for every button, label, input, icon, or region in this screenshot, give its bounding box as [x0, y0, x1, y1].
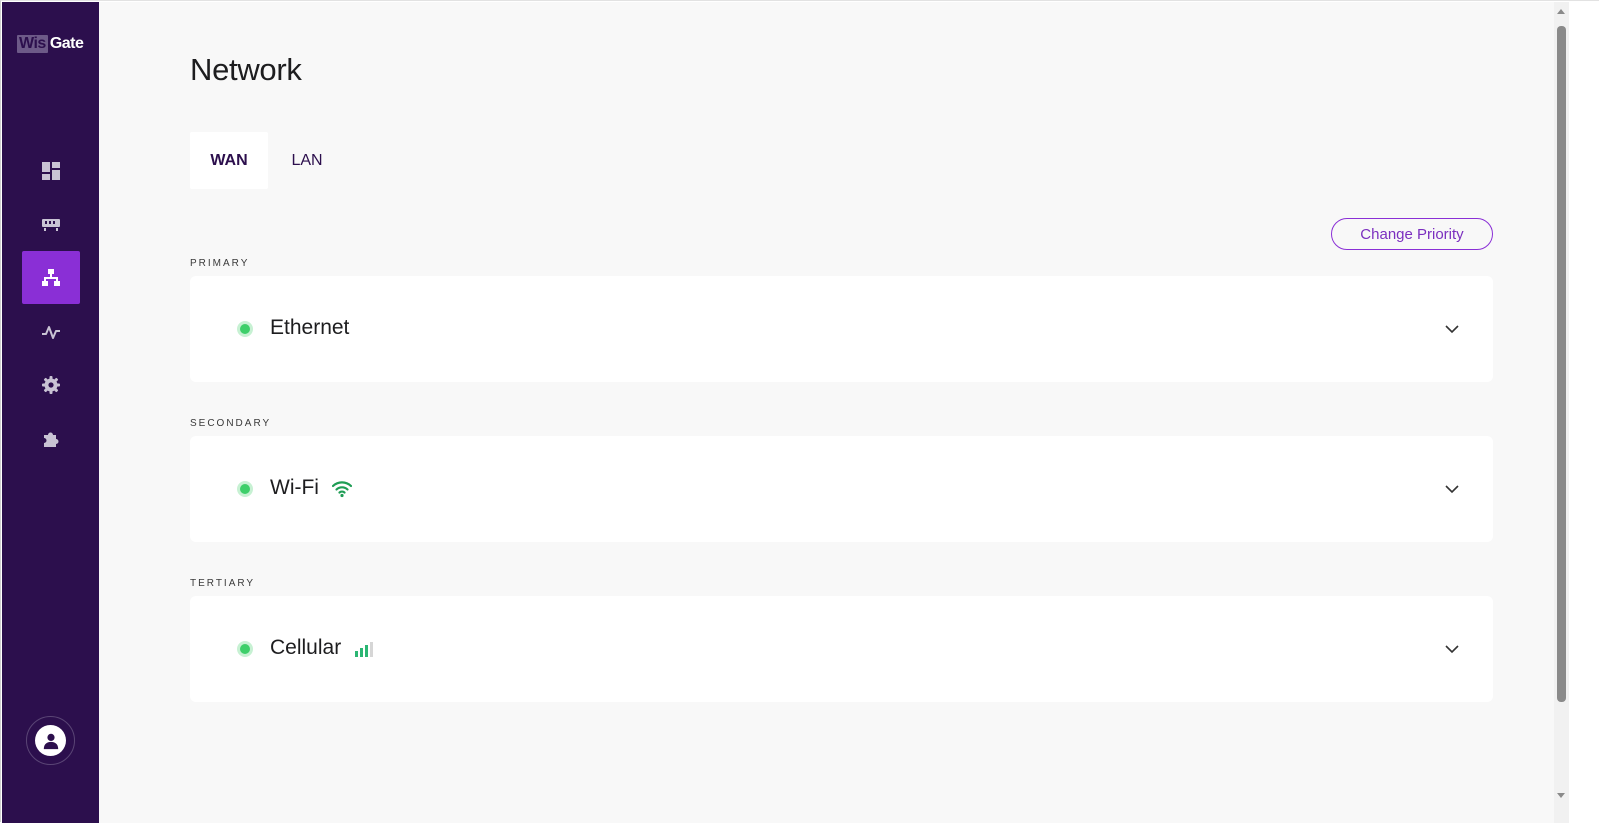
puzzle-icon [44, 432, 59, 447]
logo-wis: Wis [17, 35, 48, 53]
wan-card-ethernet[interactable]: Ethernet [190, 276, 1493, 382]
chevron-down-icon[interactable] [1444, 481, 1460, 497]
main-content: Network WAN LAN Change Priority PRIMARY … [99, 2, 1554, 823]
sidebar-item-settings[interactable] [22, 358, 80, 411]
network-icon [42, 268, 60, 286]
tab-wan[interactable]: WAN [190, 132, 268, 189]
sidebar: Wis Gate [2, 2, 99, 823]
status-indicator [237, 641, 253, 657]
section-label-secondary: SECONDARY [190, 418, 272, 429]
change-priority-button[interactable]: Change Priority [1331, 218, 1493, 250]
gateway-icon [42, 218, 60, 231]
dashboard-icon [42, 161, 60, 180]
user-avatar-button[interactable] [26, 716, 75, 765]
scrollbar-thumb[interactable] [1557, 26, 1566, 702]
interface-name: Ethernet [270, 316, 350, 339]
page-title: Network [190, 52, 302, 87]
section-label-tertiary: TERTIARY [190, 578, 256, 589]
wisgate-logo[interactable]: Wis Gate [17, 32, 84, 56]
tab-lan[interactable]: LAN [272, 132, 342, 189]
gear-icon [42, 375, 60, 394]
sidebar-item-extensions[interactable] [22, 412, 80, 465]
status-indicator [237, 481, 253, 497]
section-label-primary: PRIMARY [190, 258, 250, 269]
user-icon [43, 733, 58, 749]
sidebar-item-monitoring[interactable] [22, 305, 80, 358]
activity-icon [42, 325, 60, 339]
sidebar-item-network[interactable] [22, 251, 80, 304]
vertical-scrollbar[interactable] [1554, 2, 1569, 823]
interface-name: Wi-Fi [270, 476, 319, 499]
wan-card-wifi[interactable]: Wi-Fi [190, 436, 1493, 542]
app-window: Wis Gate Network WAN LAN Change Priority… [0, 0, 1599, 823]
scroll-up-arrow-icon[interactable] [1557, 9, 1565, 14]
wan-card-cellular[interactable]: Cellular [190, 596, 1493, 702]
avatar [35, 725, 66, 756]
cellular-signal-icon [355, 642, 373, 657]
sidebar-item-devices[interactable] [22, 198, 80, 251]
wifi-icon [332, 481, 352, 498]
sidebar-item-dashboard[interactable] [22, 144, 80, 197]
logo-gate: Gate [49, 35, 84, 52]
status-indicator [237, 321, 253, 337]
interface-name: Cellular [270, 636, 342, 659]
chevron-down-icon[interactable] [1444, 321, 1460, 337]
chevron-down-icon[interactable] [1444, 641, 1460, 657]
scroll-down-arrow-icon[interactable] [1557, 793, 1565, 798]
